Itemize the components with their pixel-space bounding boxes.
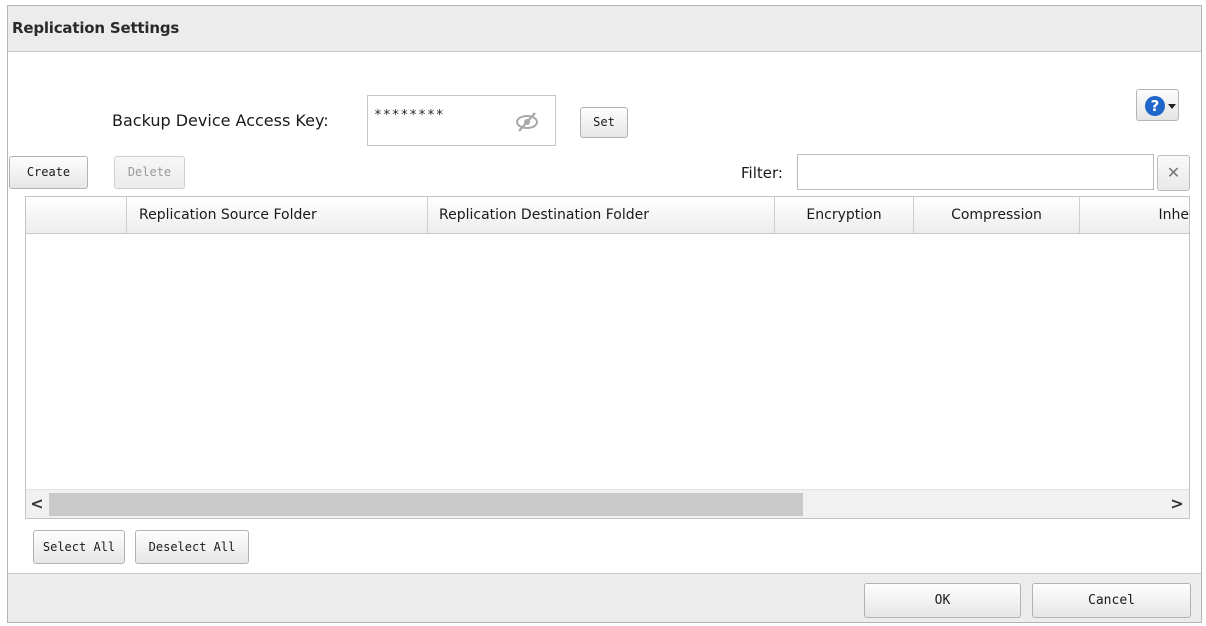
dialog-content: ? Backup Device Access Key: ******** Set…	[8, 51, 1201, 574]
ok-button[interactable]: OK	[864, 583, 1021, 618]
horizontal-scrollbar[interactable]: < >	[26, 489, 1189, 518]
scrollbar-thumb[interactable]	[49, 493, 803, 516]
scroll-left-icon[interactable]: <	[26, 490, 48, 518]
clear-filter-icon[interactable]: ✕	[1157, 155, 1190, 191]
create-button[interactable]: Create	[9, 156, 88, 189]
table-header: Replication Source Folder Replication De…	[26, 197, 1189, 234]
replication-table: Replication Source Folder Replication De…	[25, 196, 1190, 519]
scroll-right-icon[interactable]: >	[1166, 490, 1188, 518]
access-key-value[interactable]: ********	[374, 108, 445, 123]
column-header-source-folder[interactable]: Replication Source Folder	[127, 197, 428, 233]
delete-button[interactable]: Delete	[114, 156, 185, 189]
dialog-titlebar: Replication Settings	[8, 6, 1201, 50]
column-header-select[interactable]	[26, 197, 127, 233]
column-header-encryption[interactable]: Encryption	[775, 197, 914, 233]
access-key-label: Backup Device Access Key:	[112, 111, 329, 130]
replication-settings-dialog: Replication Settings ? Backup Device Acc…	[7, 5, 1202, 623]
column-header-compression[interactable]: Compression	[914, 197, 1080, 233]
set-button[interactable]: Set	[580, 107, 628, 138]
eye-slash-icon[interactable]	[513, 111, 541, 133]
column-header-destination-folder[interactable]: Replication Destination Folder	[428, 197, 775, 233]
cancel-button[interactable]: Cancel	[1032, 583, 1191, 618]
help-icon: ?	[1145, 96, 1165, 116]
select-all-button[interactable]: Select All	[33, 530, 125, 564]
deselect-all-button[interactable]: Deselect All	[135, 530, 249, 564]
column-header-inherit[interactable]: Inhe	[1080, 197, 1190, 233]
dialog-footer: OK Cancel	[8, 574, 1201, 624]
help-dropdown-button[interactable]: ?	[1136, 89, 1179, 121]
dialog-title: Replication Settings	[12, 19, 180, 37]
filter-input[interactable]	[797, 154, 1154, 190]
caret-down-icon	[1168, 104, 1176, 109]
filter-label: Filter:	[741, 164, 783, 182]
access-key-field[interactable]: ********	[367, 95, 556, 146]
